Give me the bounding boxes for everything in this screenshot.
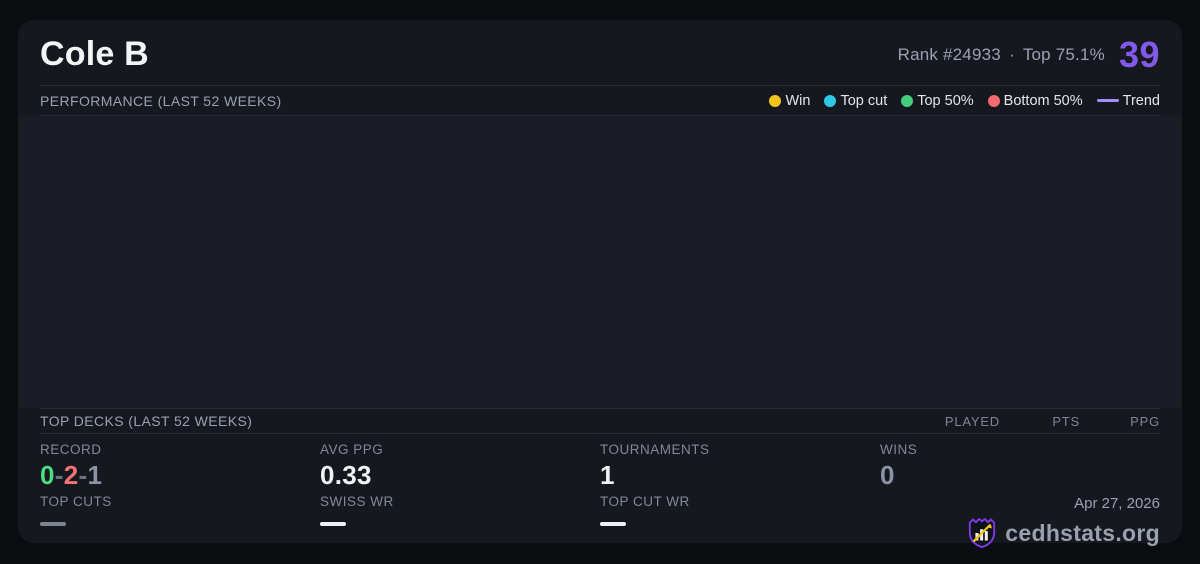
stat-label: TOURNAMENTS: [600, 442, 710, 457]
percentile-text: Top 75.1%: [1022, 44, 1105, 64]
record-draws: 1: [87, 460, 103, 490]
record-separator: -: [54, 460, 64, 490]
column-header-ppg: PPG: [1130, 413, 1160, 429]
topcut-dot-icon: [824, 94, 837, 107]
stat-wins: WINS 0: [880, 442, 1160, 494]
empty-value-dash: [600, 522, 626, 526]
wins-value: 0: [880, 460, 895, 490]
legend-item-bottom50: Bottom 50%: [987, 92, 1083, 109]
stat-swiss-wr: SWISS WR: [320, 494, 600, 549]
stat-label: AVG PPG: [320, 442, 384, 457]
stat-label: RECORD: [40, 442, 102, 457]
stats-grid: RECORD 0-2-1 AVG PPG 0.33 TOURNAMENTS 1 …: [40, 434, 1160, 548]
legend-label: Top 50%: [917, 92, 974, 109]
record-losses: 2: [63, 460, 79, 490]
top-decks-columns: PLAYED PTS PPG: [920, 414, 1160, 429]
brand-name[interactable]: cedhstats.org: [1005, 520, 1160, 547]
stat-top-cut-wr: TOP CUT WR: [600, 494, 880, 549]
player-name: Cole B: [40, 35, 149, 73]
tournaments-value: 1: [600, 460, 615, 490]
card-header: Cole B Rank #24933 · Top 75.1% 39: [40, 20, 1160, 85]
player-score: 39: [1118, 33, 1160, 75]
performance-section-title: PERFORMANCE (LAST 52 WEEKS): [40, 92, 282, 109]
legend-item-win: Win: [769, 93, 810, 109]
performance-chart: [18, 116, 1182, 408]
footer: Apr 27, 2026 cedhstats.org: [880, 494, 1160, 549]
chart-legend: Win Top cut Top 50% Bottom 50% Trend: [769, 93, 1160, 109]
top-decks-header: TOP DECKS (LAST 52 WEEKS) PLAYED PTS PPG: [40, 409, 1160, 433]
brand-row: cedhstats.org: [967, 517, 1160, 549]
stat-top-cuts: TOP CUTS: [40, 494, 320, 549]
record-wins: 0: [40, 460, 55, 490]
legend-label: Trend: [1122, 92, 1160, 109]
header-rank-group: Rank #24933 · Top 75.1% 39: [898, 34, 1160, 76]
trend-line-icon: [1096, 99, 1119, 102]
stat-label: TOP CUT WR: [600, 494, 690, 509]
empty-value-dash: [320, 522, 346, 526]
column-header-played: PLAYED: [944, 413, 1000, 429]
rank-text: Rank #24933: [897, 44, 1001, 64]
card-date: Apr 27, 2026: [1074, 495, 1160, 512]
bottom50-dot-icon: [987, 94, 1000, 107]
top50-dot-icon: [901, 94, 914, 107]
stat-label: SWISS WR: [320, 494, 394, 509]
top-decks-section-title: TOP DECKS (LAST 52 WEEKS): [40, 413, 253, 429]
legend-item-top50: Top 50%: [901, 92, 974, 109]
rank-line: Rank #24933 · Top 75.1%: [898, 45, 1105, 65]
record-value: 0-2-1: [40, 460, 320, 490]
empty-value-dash: [40, 522, 66, 526]
legend-label: Top cut: [840, 92, 888, 109]
legend-item-topcut: Top cut: [824, 93, 887, 109]
stat-label: TOP CUTS: [40, 494, 112, 509]
legend-label: Win: [785, 92, 811, 109]
column-header-pts: PTS: [1052, 413, 1080, 429]
win-dot-icon: [769, 94, 782, 107]
avg-ppg-value: 0.33: [320, 460, 372, 490]
legend-label: Bottom 50%: [1003, 92, 1083, 109]
stat-avg-ppg: AVG PPG 0.33: [320, 442, 600, 494]
stat-label: WINS: [880, 442, 918, 457]
cedhstats-logo-icon: [969, 518, 996, 548]
legend-item-trend: Trend: [1096, 92, 1160, 109]
stat-record: RECORD 0-2-1: [40, 442, 320, 494]
stat-tournaments: TOURNAMENTS 1: [600, 442, 880, 494]
player-stats-card: Cole B Rank #24933 · Top 75.1% 39 PERFOR…: [18, 20, 1182, 548]
rank-separator: ·: [1008, 44, 1015, 64]
performance-header: PERFORMANCE (LAST 52 WEEKS) Win Top cut …: [40, 86, 1160, 115]
